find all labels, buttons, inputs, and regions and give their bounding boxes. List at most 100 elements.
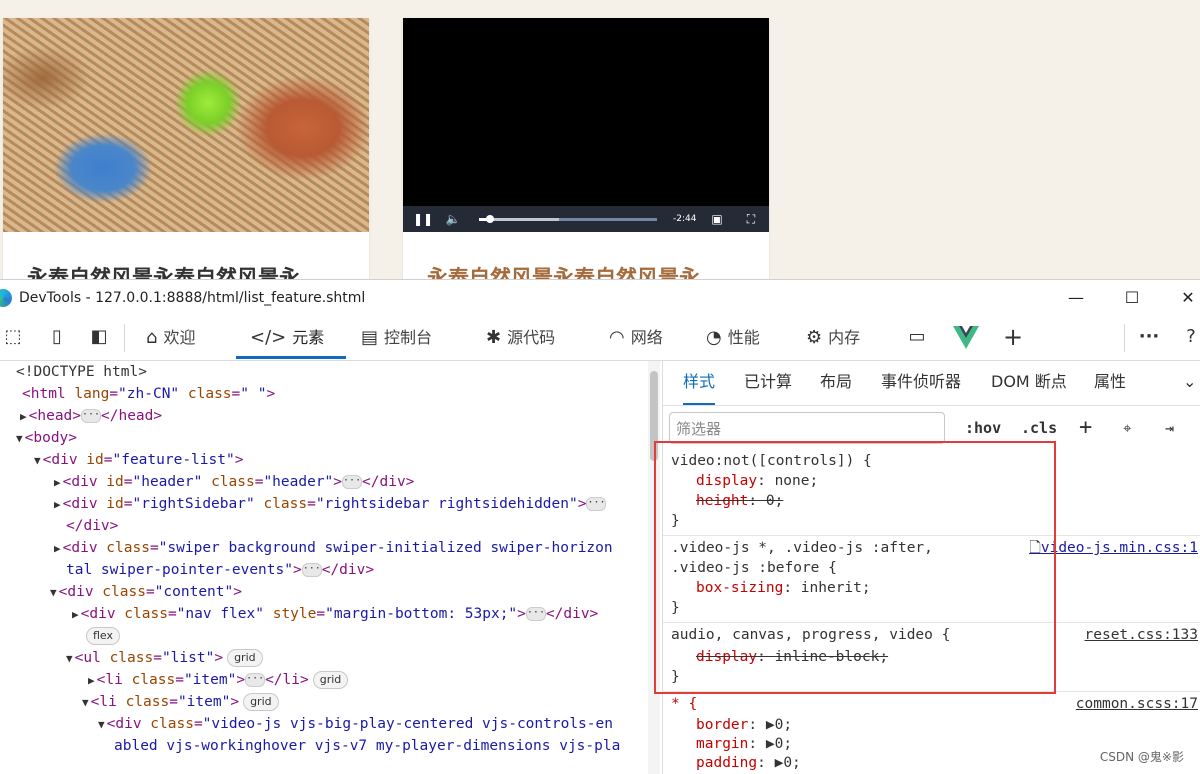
inspect-element-icon[interactable]: ⬚ bbox=[0, 324, 26, 350]
flex-badge[interactable]: flex bbox=[86, 627, 121, 645]
stylesheet-link[interactable]: reset.css:133 bbox=[1085, 625, 1199, 645]
styles-filter-input[interactable]: 筛选器 bbox=[669, 412, 945, 444]
grid-badge[interactable]: grid bbox=[227, 649, 263, 667]
tag: </div> bbox=[362, 474, 415, 490]
fullscreen-icon[interactable]: ⛶ bbox=[743, 206, 759, 232]
ellipsis-icon[interactable]: ··· bbox=[81, 409, 102, 423]
hover-state-toggle[interactable]: :hov bbox=[965, 412, 1001, 444]
ellipsis-icon[interactable]: ··· bbox=[525, 607, 546, 621]
paintbrush-icon[interactable]: ⌖ bbox=[1123, 412, 1131, 444]
expand-triangle-icon[interactable]: ▶ bbox=[54, 498, 61, 511]
doctype-text: <!DOCTYPE html> bbox=[16, 364, 147, 380]
toggle-sidebar-icon[interactable]: ⇥ bbox=[1165, 412, 1174, 444]
ellipsis-icon[interactable]: ··· bbox=[586, 497, 607, 511]
tab-network[interactable]: ◠ 网络 bbox=[609, 316, 663, 360]
style-declaration[interactable]: margin: ▶0; bbox=[696, 734, 792, 754]
dom-node-swiper-cont[interactable]: tal swiper-pointer-events">···</div> bbox=[66, 559, 374, 581]
tab-computed[interactable]: 已计算 bbox=[744, 361, 792, 405]
expand-triangle-icon[interactable]: ▶ bbox=[775, 755, 784, 771]
tab-console[interactable]: ▤ 控制台 bbox=[361, 316, 432, 360]
pause-icon[interactable]: ❚❚ bbox=[413, 206, 433, 232]
dom-node-content[interactable]: ▼ <div class="content"> bbox=[50, 581, 242, 603]
tab-memory[interactable]: ⚙ 内存 bbox=[806, 316, 860, 360]
new-style-rule-icon[interactable]: + bbox=[1079, 412, 1092, 444]
add-tool-icon[interactable]: + bbox=[1000, 324, 1026, 350]
stylesheet-link[interactable]: common.scss:17 bbox=[1076, 694, 1198, 714]
expand-triangle-icon[interactable]: ▶ bbox=[766, 717, 775, 733]
dock-side-icon[interactable]: ◧ bbox=[86, 324, 112, 350]
dom-node-video-js[interactable]: ▼ <div class="video-js vjs-big-play-cente… bbox=[98, 713, 613, 735]
attr: class bbox=[109, 650, 154, 666]
expand-triangle-icon[interactable]: ▶ bbox=[88, 674, 95, 687]
dom-node-doctype[interactable]: <!DOCTYPE html> bbox=[16, 361, 147, 383]
application-panel-icon[interactable]: ▭ bbox=[904, 324, 930, 350]
tab-properties[interactable]: 属性 bbox=[1094, 361, 1126, 405]
stylesheet-link-text: video-js.min.css:1 bbox=[1040, 540, 1198, 556]
vue-devtools-icon[interactable] bbox=[952, 324, 980, 350]
dom-node-feature-list[interactable]: ▼ <div id="feature-list"> bbox=[34, 449, 243, 471]
expand-triangle-icon[interactable]: ▶ bbox=[20, 410, 27, 423]
tag-end: > bbox=[292, 562, 302, 578]
collapse-triangle-icon[interactable]: ▼ bbox=[34, 454, 41, 467]
val: " " bbox=[240, 386, 267, 402]
style-declaration[interactable]: padding: ▶0; bbox=[696, 753, 801, 773]
style-declaration[interactable]: border: ▶0; bbox=[696, 715, 792, 735]
tab-event-listeners[interactable]: 事件侦听器 bbox=[881, 361, 961, 405]
dom-node-right-sidebar[interactable]: ▶ <div id="rightSidebar" class="rightside… bbox=[54, 493, 607, 515]
tab-welcome[interactable]: ⌂ 欢迎 bbox=[146, 316, 195, 360]
dom-node-nav[interactable]: ▶ <div class="nav flex" style="margin-bot… bbox=[72, 603, 598, 625]
tab-layout[interactable]: 布局 bbox=[820, 361, 852, 405]
dom-node-html[interactable]: <html lang="zh-CN" class=" "> bbox=[22, 383, 275, 405]
val: "content" bbox=[154, 584, 234, 600]
dom-node-close-div[interactable]: </div> bbox=[66, 515, 118, 537]
tag: <div bbox=[62, 540, 98, 556]
close-button[interactable]: ✕ bbox=[1168, 280, 1200, 316]
elements-tree[interactable]: <!DOCTYPE html> <html lang="zh-CN" class… bbox=[0, 361, 648, 774]
dom-node-li-item-open[interactable]: ▼ <li class="item"> grid bbox=[82, 691, 279, 713]
ellipsis-icon[interactable]: ··· bbox=[301, 563, 322, 577]
tab-elements[interactable]: </> 元素 bbox=[236, 316, 346, 360]
red-highlight-annotation bbox=[654, 441, 1056, 694]
tab-sources[interactable]: ✱ 源代码 bbox=[486, 316, 555, 360]
tab-dom-breakpoints[interactable]: DOM 断点 bbox=[991, 361, 1067, 405]
grid-badge[interactable]: grid bbox=[312, 671, 349, 689]
picture-in-picture-icon[interactable]: ▣ bbox=[709, 206, 725, 232]
tab-performance[interactable]: ◔ 性能 bbox=[706, 316, 760, 360]
val: abled vjs-workinghover vjs-v7 my-player-… bbox=[114, 738, 621, 754]
volume-icon[interactable]: 🔈 bbox=[443, 206, 463, 232]
collapse-triangle-icon[interactable]: ▼ bbox=[82, 696, 89, 709]
feature-card-1[interactable]: 永泰自然风景永泰自然风景永 bbox=[3, 18, 369, 280]
tab-styles[interactable]: 样式 bbox=[683, 361, 716, 405]
dom-node-swiper[interactable]: ▶ <div class="swiper background swiper-in… bbox=[54, 537, 613, 559]
collapse-triangle-icon[interactable]: ▼ bbox=[66, 652, 73, 665]
maximize-button[interactable]: ☐ bbox=[1112, 280, 1152, 316]
expand-triangle-icon[interactable]: ▶ bbox=[54, 542, 61, 555]
video-progress-bar[interactable] bbox=[479, 215, 657, 223]
expand-triangle-icon[interactable]: ▶ bbox=[72, 608, 79, 621]
minimize-button[interactable]: — bbox=[1056, 280, 1096, 316]
expand-triangle-icon[interactable]: ▶ bbox=[766, 736, 775, 752]
dom-node-li-item[interactable]: ▶ <li class="item">···</li> grid bbox=[88, 669, 349, 691]
video-player[interactable]: ❚❚ 🔈 -2:44 ▣ ⛶ bbox=[403, 18, 769, 232]
collapse-triangle-icon[interactable]: ▼ bbox=[50, 586, 57, 599]
expand-triangle-icon[interactable]: ▶ bbox=[54, 476, 61, 489]
collapse-triangle-icon[interactable]: ▼ bbox=[98, 718, 105, 731]
toolbar-divider bbox=[124, 324, 125, 352]
ellipsis-icon[interactable]: ··· bbox=[342, 475, 363, 489]
dom-node-list[interactable]: ▼ <ul class="list"> grid bbox=[66, 647, 263, 669]
feature-card-2[interactable]: ❚❚ 🔈 -2:44 ▣ ⛶ 永泰自然风景永泰自然风景永 bbox=[403, 18, 769, 280]
help-icon[interactable]: ? bbox=[1178, 324, 1200, 350]
window-title: DevTools - 127.0.0.1:8888/html/list_feat… bbox=[19, 290, 366, 306]
progress-handle[interactable] bbox=[485, 215, 494, 223]
class-toggle[interactable]: .cls bbox=[1021, 412, 1057, 444]
dom-node-body[interactable]: ▼ <body> bbox=[16, 427, 77, 449]
collapse-triangle-icon[interactable]: ▼ bbox=[16, 432, 23, 445]
device-emulation-icon[interactable]: ▯ bbox=[44, 324, 70, 350]
more-options-icon[interactable]: ··· bbox=[1136, 324, 1162, 350]
dom-node-head[interactable]: ▶ <head>···</head> bbox=[20, 405, 162, 427]
dom-node-video-js-cont[interactable]: abled vjs-workinghover vjs-v7 my-player-… bbox=[114, 735, 620, 757]
grid-badge[interactable]: grid bbox=[243, 693, 279, 711]
dom-node-header[interactable]: ▶ <div id="header" class="header">···</di… bbox=[54, 471, 414, 493]
ellipsis-icon[interactable]: ··· bbox=[245, 673, 266, 687]
chevron-down-icon[interactable]: ⌄ bbox=[1183, 361, 1196, 405]
